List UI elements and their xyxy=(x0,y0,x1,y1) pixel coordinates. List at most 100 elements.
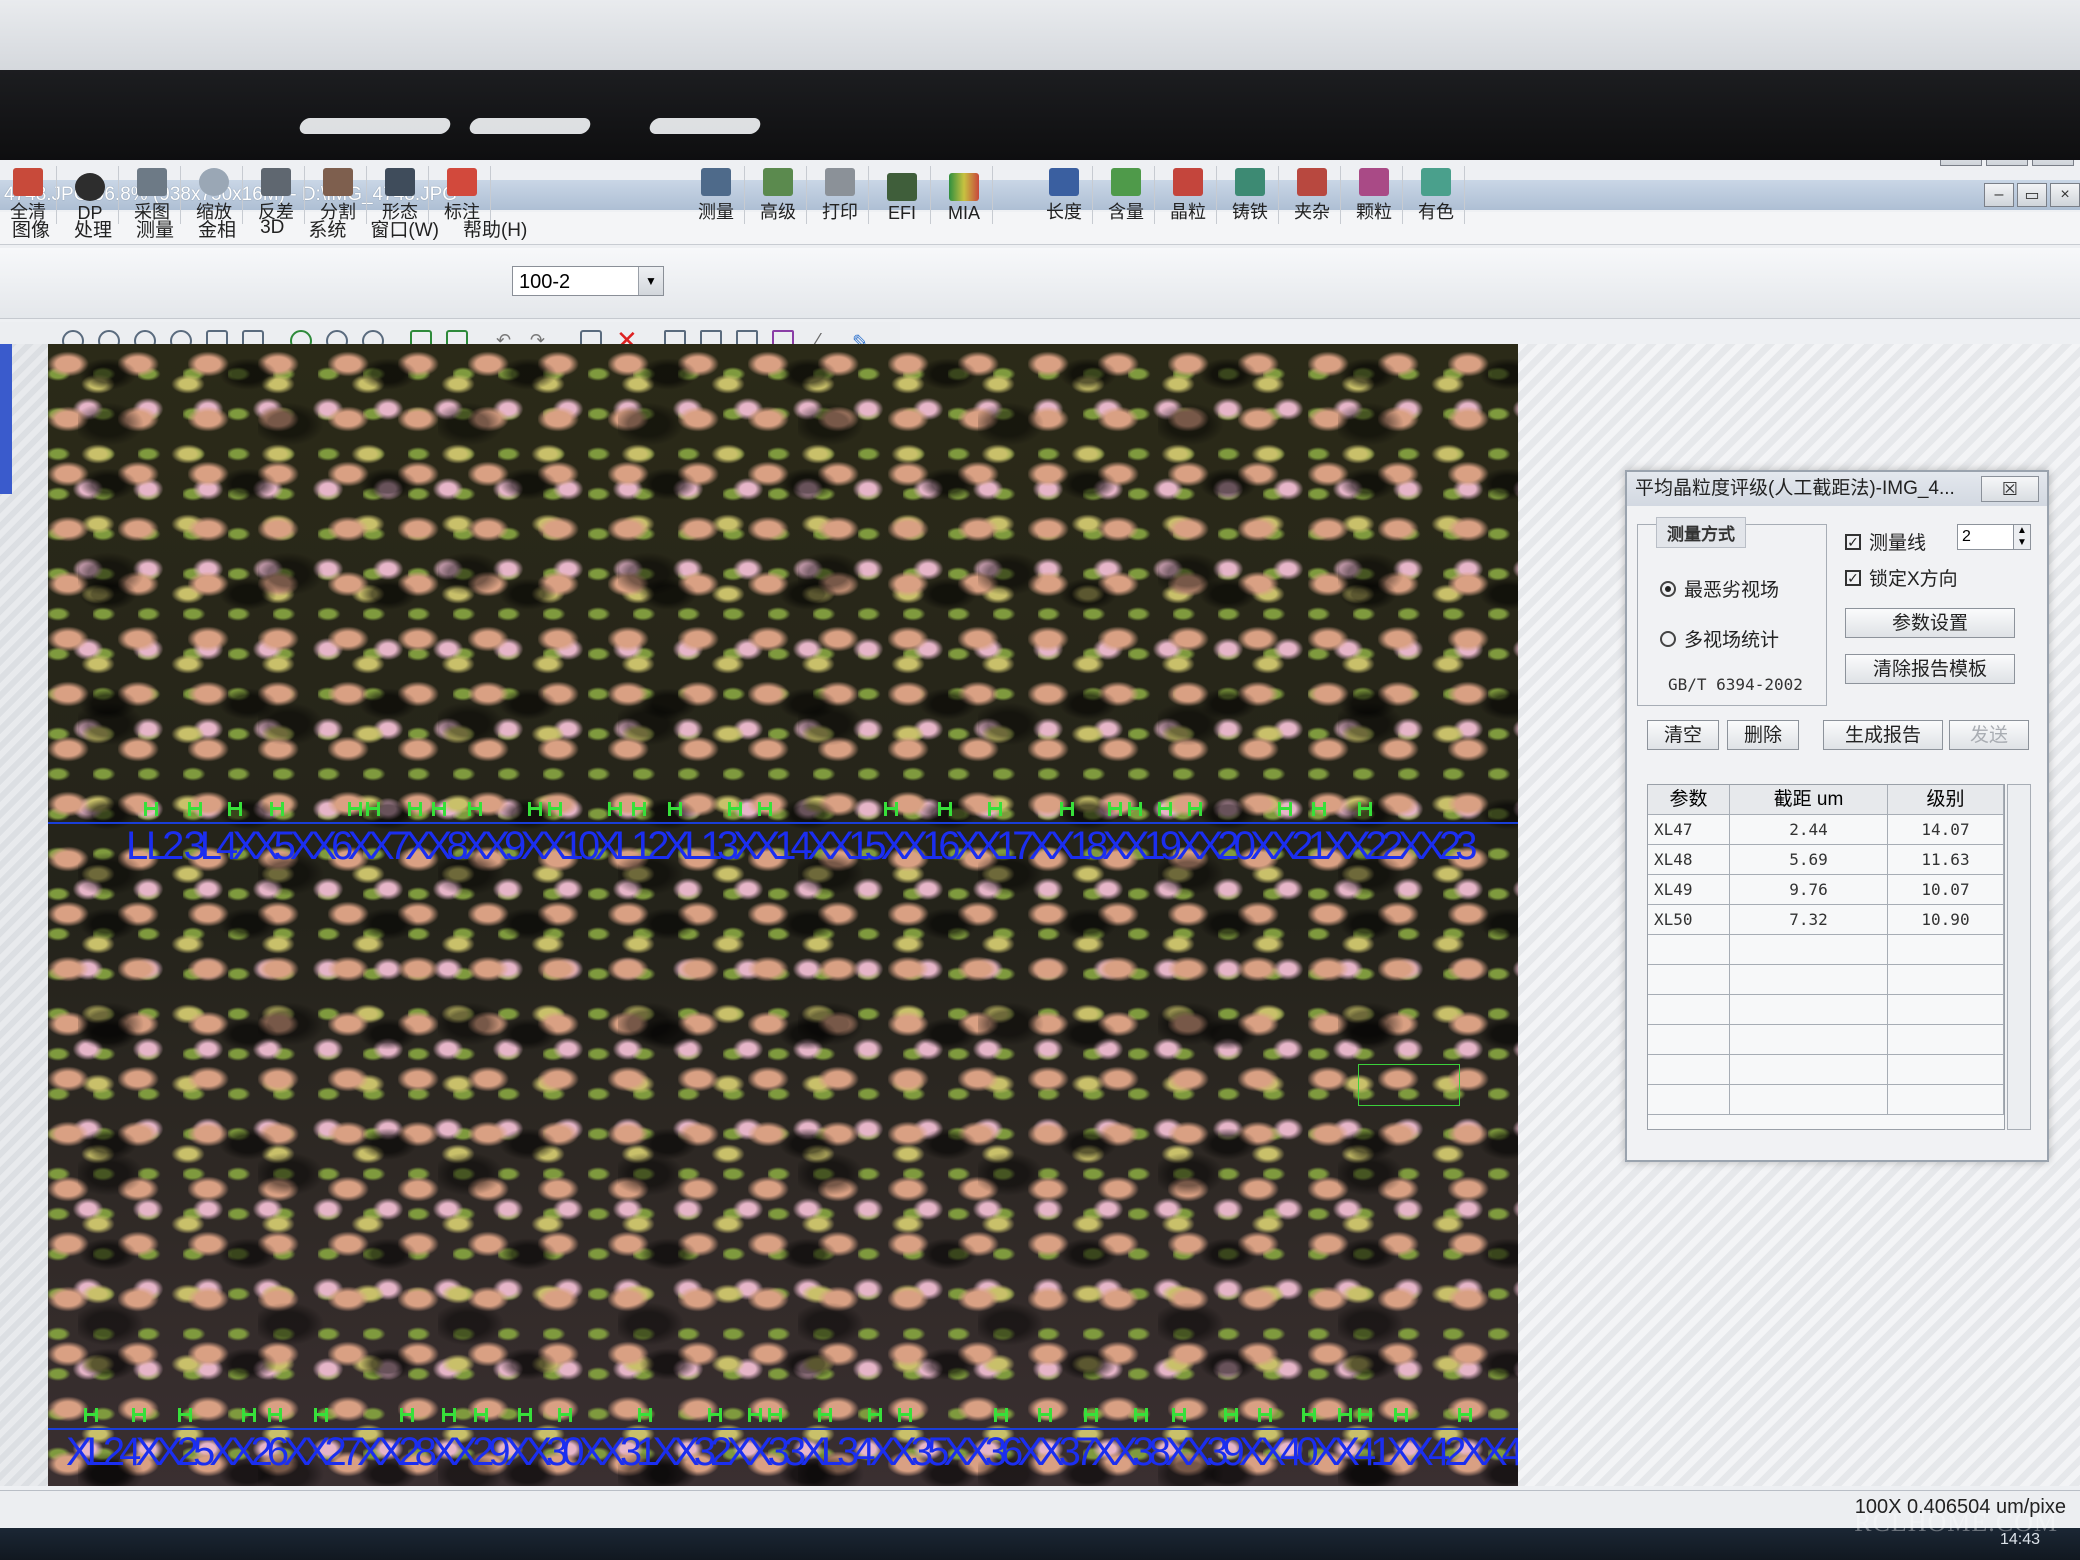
col-header-grade: 级别 xyxy=(1888,785,2004,815)
document-window-controls: – ▭ × xyxy=(1984,183,2080,207)
cell-grade[interactable]: 10.07 xyxy=(1888,875,2004,905)
intercept-tick xyxy=(668,802,682,816)
checkbox-checked: ✓ xyxy=(1845,533,1861,550)
cast-iron-button[interactable]: 铸铁 xyxy=(1222,166,1279,224)
intercept-tick xyxy=(1224,1408,1238,1422)
intercept-tick xyxy=(1134,1408,1148,1422)
cell-param[interactable]: XL49 xyxy=(1648,875,1730,905)
intercept-tick xyxy=(638,1408,652,1422)
cast-iron-icon xyxy=(1235,168,1265,196)
mia-button[interactable]: MIA xyxy=(936,166,993,224)
scale-bar xyxy=(1358,1064,1460,1106)
close-button[interactable]: × xyxy=(2032,160,2074,166)
generate-report-button[interactable]: 生成报告 xyxy=(1823,720,1943,750)
intercept-tick xyxy=(748,1408,762,1422)
cell-param[interactable]: XL50 xyxy=(1648,905,1730,935)
empty-cell xyxy=(1648,965,1730,995)
radio-multi-field[interactable]: 多视场统计 xyxy=(1660,625,1779,652)
measure-line-spinner[interactable]: 2 ▲ ▼ xyxy=(1957,524,2031,550)
chevron-down-icon[interactable]: ▼ xyxy=(638,267,663,295)
measure-button[interactable]: 测量 xyxy=(688,166,745,224)
magnification-select[interactable]: 100-2 ▼ xyxy=(512,266,664,296)
intercept-tick xyxy=(144,802,158,816)
radio-worst-field[interactable]: 最恶劣视场 xyxy=(1660,575,1779,602)
intercept-tick xyxy=(1312,802,1326,816)
send-button[interactable]: 发送 xyxy=(1949,720,2029,750)
nonferrous-button[interactable]: 有色 xyxy=(1408,166,1465,224)
intercept-tick xyxy=(1084,1408,1098,1422)
params-button[interactable]: 参数设置 xyxy=(1845,608,2015,638)
cell-intercept[interactable]: 9.76 xyxy=(1730,875,1888,905)
empty-cell xyxy=(1730,1085,1888,1115)
cell-intercept[interactable]: 2.44 xyxy=(1730,815,1888,845)
intercept-tick xyxy=(1108,802,1122,816)
ceiling-light-reflection xyxy=(297,118,453,134)
segment-icon xyxy=(323,168,353,196)
doc-close-button[interactable]: × xyxy=(2050,183,2080,207)
intercept-tick xyxy=(608,802,622,816)
particle-button[interactable]: 颗粒 xyxy=(1346,166,1403,224)
micrograph-image xyxy=(48,344,1518,1486)
clear-button[interactable]: 清空 xyxy=(1647,720,1719,750)
efi-button[interactable]: EFI xyxy=(874,166,931,224)
content-button[interactable]: 含量 xyxy=(1098,166,1155,224)
intercept-ticks-top xyxy=(48,802,1518,822)
intercept-tick xyxy=(268,1408,282,1422)
inclusion-button[interactable]: 夹杂 xyxy=(1284,166,1341,224)
advanced-button[interactable]: 高级 xyxy=(750,166,807,224)
intercept-tick xyxy=(314,1408,328,1422)
cell-intercept[interactable]: 7.32 xyxy=(1730,905,1888,935)
clear-template-button[interactable]: 清除报告模板 xyxy=(1845,654,2015,684)
morphology-button[interactable]: 形态 xyxy=(372,166,429,224)
zoom-button[interactable]: 缩放 xyxy=(186,166,243,224)
inclusion-icon xyxy=(1297,168,1327,196)
intercept-tick xyxy=(242,1408,256,1422)
intercept-tick xyxy=(84,1408,98,1422)
intercept-tick xyxy=(270,802,284,816)
checkbox-measure-line[interactable]: ✓ 测量线 xyxy=(1845,528,1926,555)
doc-restore-button[interactable]: ▭ xyxy=(2017,183,2047,207)
morphology-icon xyxy=(385,168,415,196)
cell-param[interactable]: XL47 xyxy=(1648,815,1730,845)
flag-icon xyxy=(447,168,477,196)
spinner-arrows-icon[interactable]: ▲ ▼ xyxy=(2013,525,2030,549)
dialog-close-button[interactable]: ☒ xyxy=(1981,476,2039,502)
intercept-tick xyxy=(132,1408,146,1422)
micrograph-canvas[interactable]: L L2 3L4XX5XX6XX7XX8XX9XX10XL12XL13XX14X… xyxy=(48,344,1518,1486)
intercept-tick xyxy=(518,1408,532,1422)
particle-icon xyxy=(1359,168,1389,196)
intercept-tick xyxy=(884,802,898,816)
dp-button[interactable]: DP xyxy=(62,166,119,224)
empty-cell xyxy=(1888,1085,2004,1115)
grain-size-dialog: 平均晶粒度评级(人工截距法)-IMG_4... ☒ 测量方式 最恶劣视场 多视场… xyxy=(1625,470,2049,1162)
doc-minimize-button[interactable]: – xyxy=(1984,183,2014,207)
checkbox-lock-x[interactable]: ✓ 锁定X方向 xyxy=(1845,564,1958,591)
minimize-button[interactable]: – xyxy=(1940,160,1982,166)
cell-param[interactable]: XL48 xyxy=(1648,845,1730,875)
cell-intercept[interactable]: 5.69 xyxy=(1730,845,1888,875)
annotate-button[interactable]: 标注 xyxy=(434,166,491,224)
clear-all-button[interactable]: 全清 xyxy=(0,166,57,224)
maximize-button[interactable]: ▭ xyxy=(1986,160,2028,166)
print-button[interactable]: 打印 xyxy=(812,166,869,224)
capture-button[interactable]: 采图 xyxy=(124,166,181,224)
delete-button[interactable]: 删除 xyxy=(1727,720,1799,750)
radio-dot xyxy=(1660,580,1676,597)
cell-grade[interactable]: 11.63 xyxy=(1888,845,2004,875)
intercept-tick xyxy=(1158,802,1172,816)
ceiling-light-reflection xyxy=(467,118,593,134)
efi-icon xyxy=(887,173,917,201)
cell-grade[interactable]: 14.07 xyxy=(1888,815,2004,845)
segment-button[interactable]: 分割 xyxy=(310,166,367,224)
table-scrollbar[interactable] xyxy=(2007,784,2031,1130)
contrast-button[interactable]: 反差 xyxy=(248,166,305,224)
cell-grade[interactable]: 10.90 xyxy=(1888,905,2004,935)
taskbar xyxy=(0,1528,2080,1560)
intercept-tick xyxy=(178,1408,192,1422)
grain-button[interactable]: 晶粒 xyxy=(1160,166,1217,224)
empty-cell xyxy=(1730,965,1888,995)
intercept-tick xyxy=(768,1408,782,1422)
intercept-tick xyxy=(1278,802,1292,816)
length-button[interactable]: 长度 xyxy=(1036,166,1093,224)
left-panel-tab[interactable] xyxy=(0,344,12,494)
